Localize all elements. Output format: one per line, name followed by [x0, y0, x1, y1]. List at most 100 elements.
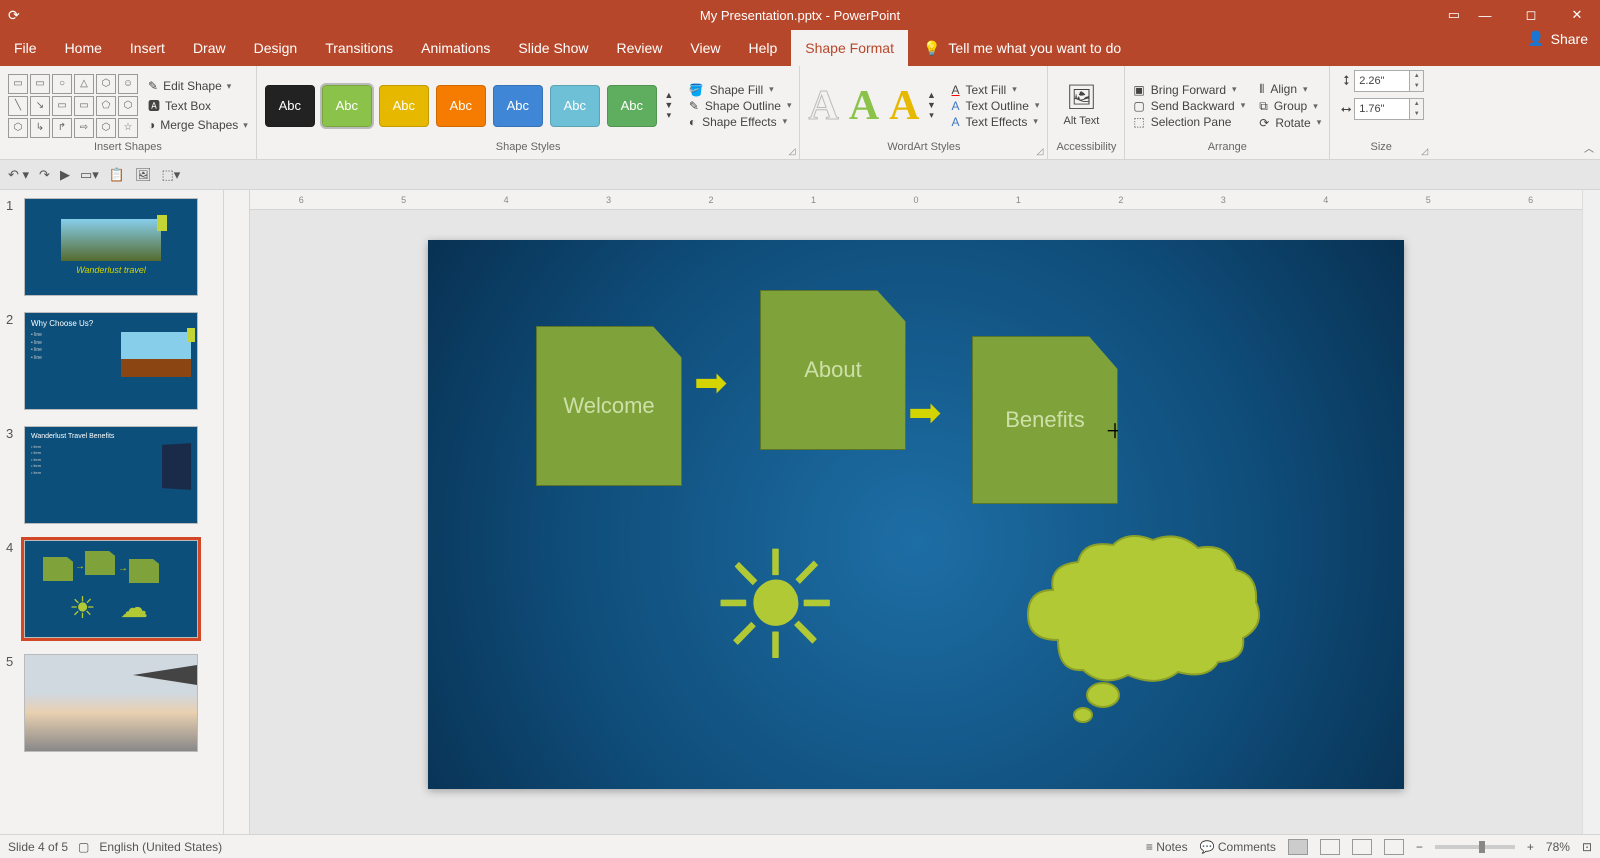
shape-width-input[interactable]: 1.76"	[1354, 98, 1410, 120]
shape-about[interactable]: About	[760, 290, 906, 450]
zoom-slider[interactable]	[1435, 845, 1515, 849]
shape-effects-button[interactable]: ◐Shape Effects	[689, 115, 792, 129]
tab-shape-format[interactable]: Shape Format	[791, 30, 908, 66]
tab-view[interactable]: View	[676, 30, 734, 66]
tab-draw[interactable]: Draw	[179, 30, 240, 66]
tab-review[interactable]: Review	[602, 30, 676, 66]
text-effects-button[interactable]: AText Effects	[952, 115, 1040, 129]
zoom-out-button[interactable]: −	[1416, 840, 1423, 854]
arrow-1[interactable]: ➡	[694, 360, 728, 406]
tab-transitions[interactable]: Transitions	[311, 30, 407, 66]
share-button[interactable]: 👤 Share	[1527, 30, 1588, 47]
bring-forward-icon: ▣	[1133, 83, 1144, 97]
align-button[interactable]: ⫴Align	[1259, 82, 1321, 97]
style-preset-6[interactable]: Abc	[550, 85, 600, 127]
slideshow-view-button[interactable]	[1384, 839, 1404, 855]
merge-shapes-button[interactable]: ◑Merge Shapes	[148, 118, 248, 132]
bring-forward-button[interactable]: ▣Bring Forward	[1133, 83, 1245, 97]
shape-welcome[interactable]: Welcome	[536, 326, 682, 486]
wordart-launcher[interactable]: ◿	[1037, 146, 1044, 157]
tab-help[interactable]: Help	[734, 30, 791, 66]
group-button[interactable]: ⧉Group	[1259, 99, 1321, 114]
shape-height-input[interactable]: 2.26"	[1354, 70, 1410, 92]
qat-button-4[interactable]: ▭▾	[80, 167, 99, 183]
wordart-expand[interactable]: ▾	[924, 110, 940, 121]
selection-pane-button[interactable]: ⬚Selection Pane	[1133, 115, 1245, 129]
style-preset-3[interactable]: Abc	[379, 85, 429, 127]
collapse-ribbon-button[interactable]: ︿	[1584, 140, 1594, 155]
tab-slideshow[interactable]: Slide Show	[504, 30, 602, 66]
gallery-scroll-down[interactable]: ▼	[661, 100, 677, 110]
tab-file[interactable]: File	[0, 30, 51, 66]
qat-button-7[interactable]: ⬚▾	[161, 167, 180, 183]
shape-outline-button[interactable]: ✎Shape Outline	[689, 99, 792, 113]
notes-button[interactable]: ≡ Notes	[1146, 840, 1188, 854]
qat-button-5[interactable]: 📋	[109, 167, 125, 183]
alt-text-button[interactable]: 🖼 Alt Text	[1056, 83, 1106, 127]
shape-styles-launcher[interactable]: ◿	[789, 146, 796, 157]
wordart-preset-2[interactable]: A	[849, 82, 879, 130]
close-button[interactable]: ✕	[1554, 0, 1600, 30]
arrow-2[interactable]: ➡	[908, 390, 942, 436]
accessibility-status-icon[interactable]: ▢	[78, 840, 89, 854]
zoom-level[interactable]: 78%	[1546, 840, 1570, 854]
edit-shape-button[interactable]: ✎Edit Shape	[148, 79, 248, 93]
size-launcher[interactable]: ◿	[1421, 146, 1428, 157]
gallery-expand[interactable]: ▾	[661, 110, 677, 121]
minimize-button[interactable]: —	[1462, 0, 1508, 30]
reading-view-button[interactable]	[1352, 839, 1372, 855]
shape-sun[interactable]: ☀	[708, 520, 842, 694]
shape-benefits-selected[interactable]: Benefits ＋	[972, 336, 1118, 504]
shape-thought-cloud[interactable]	[1008, 530, 1268, 772]
text-outline-button[interactable]: AText Outline	[952, 99, 1040, 113]
qat-button-6[interactable]: 🖼	[135, 167, 152, 183]
language-status[interactable]: English (United States)	[99, 840, 222, 854]
slide-thumbnail-4[interactable]: → → ☀ ☁	[24, 540, 198, 638]
wordart-preset-3[interactable]: A	[889, 82, 919, 130]
vertical-scrollbar[interactable]	[1582, 190, 1600, 834]
gallery-scroll-up[interactable]: ▲	[661, 90, 677, 100]
shape-style-gallery[interactable]: Abc Abc Abc Abc Abc Abc Abc	[265, 85, 657, 127]
slide-thumbnail-3[interactable]: Wanderlust Travel Benefits • item• item•…	[24, 426, 198, 524]
tab-animations[interactable]: Animations	[407, 30, 504, 66]
wordart-preset-1[interactable]: A	[808, 82, 838, 130]
slide-canvas-area[interactable]: Welcome ➡ About ➡ Benefits ＋ ☀	[250, 210, 1582, 834]
tab-insert[interactable]: Insert	[116, 30, 179, 66]
tell-me-search[interactable]: 💡 Tell me what you want to do	[923, 30, 1121, 66]
maximize-button[interactable]: ◻	[1508, 0, 1554, 30]
text-box-button[interactable]: 🅰Text Box	[148, 97, 248, 114]
shapes-gallery[interactable]: ▭▭○△⬡☺ ╲↘▭▭⬠⬡ ⬡↳↱⇨⬡☆	[8, 74, 138, 138]
style-preset-4[interactable]: Abc	[436, 85, 486, 127]
redo-button[interactable]: ↷	[39, 167, 50, 183]
wordart-gallery[interactable]: A A A	[808, 82, 919, 130]
height-spinner[interactable]: ▲▼	[1410, 70, 1424, 92]
slide-sorter-view-button[interactable]	[1320, 839, 1340, 855]
slide-canvas[interactable]: Welcome ➡ About ➡ Benefits ＋ ☀	[428, 240, 1404, 789]
slide-thumbnail-1[interactable]: Wanderlust travel	[24, 198, 198, 296]
undo-button[interactable]: ↶ ▾	[8, 167, 29, 183]
shape-fill-button[interactable]: 🪣Shape Fill	[689, 83, 792, 97]
style-preset-7[interactable]: Abc	[607, 85, 657, 127]
start-from-beginning-button[interactable]: ▶	[60, 167, 70, 183]
normal-view-button[interactable]	[1288, 839, 1308, 855]
style-preset-1[interactable]: Abc	[265, 85, 315, 127]
ribbon-display-options-icon[interactable]: ▭	[1448, 7, 1460, 23]
tab-home[interactable]: Home	[51, 30, 116, 66]
tab-design[interactable]: Design	[240, 30, 312, 66]
fit-to-window-button[interactable]: ⊡	[1582, 840, 1592, 854]
style-preset-2[interactable]: Abc	[322, 85, 372, 127]
slide-thumbnails-panel[interactable]: 1 Wanderlust travel 2 Why Choose Us? • l…	[0, 190, 224, 834]
style-preset-5[interactable]: Abc	[493, 85, 543, 127]
quick-access-toolbar: ↶ ▾ ↷ ▶ ▭▾ 📋 🖼 ⬚▾	[0, 160, 1600, 190]
zoom-in-button[interactable]: +	[1527, 840, 1534, 854]
slide-thumbnail-2[interactable]: Why Choose Us? • line• line• line• line	[24, 312, 198, 410]
wordart-scroll-up[interactable]: ▲	[924, 90, 940, 100]
wordart-scroll-down[interactable]: ▼	[924, 100, 940, 110]
comments-button[interactable]: 💬 Comments	[1200, 840, 1276, 854]
slide-counter[interactable]: Slide 4 of 5	[8, 840, 68, 854]
slide-thumbnail-5[interactable]	[24, 654, 198, 752]
send-backward-button[interactable]: ▢Send Backward	[1133, 99, 1245, 113]
rotate-button[interactable]: ⟳Rotate	[1259, 116, 1321, 130]
width-spinner[interactable]: ▲▼	[1410, 98, 1424, 120]
text-fill-button[interactable]: AText Fill	[952, 83, 1040, 97]
